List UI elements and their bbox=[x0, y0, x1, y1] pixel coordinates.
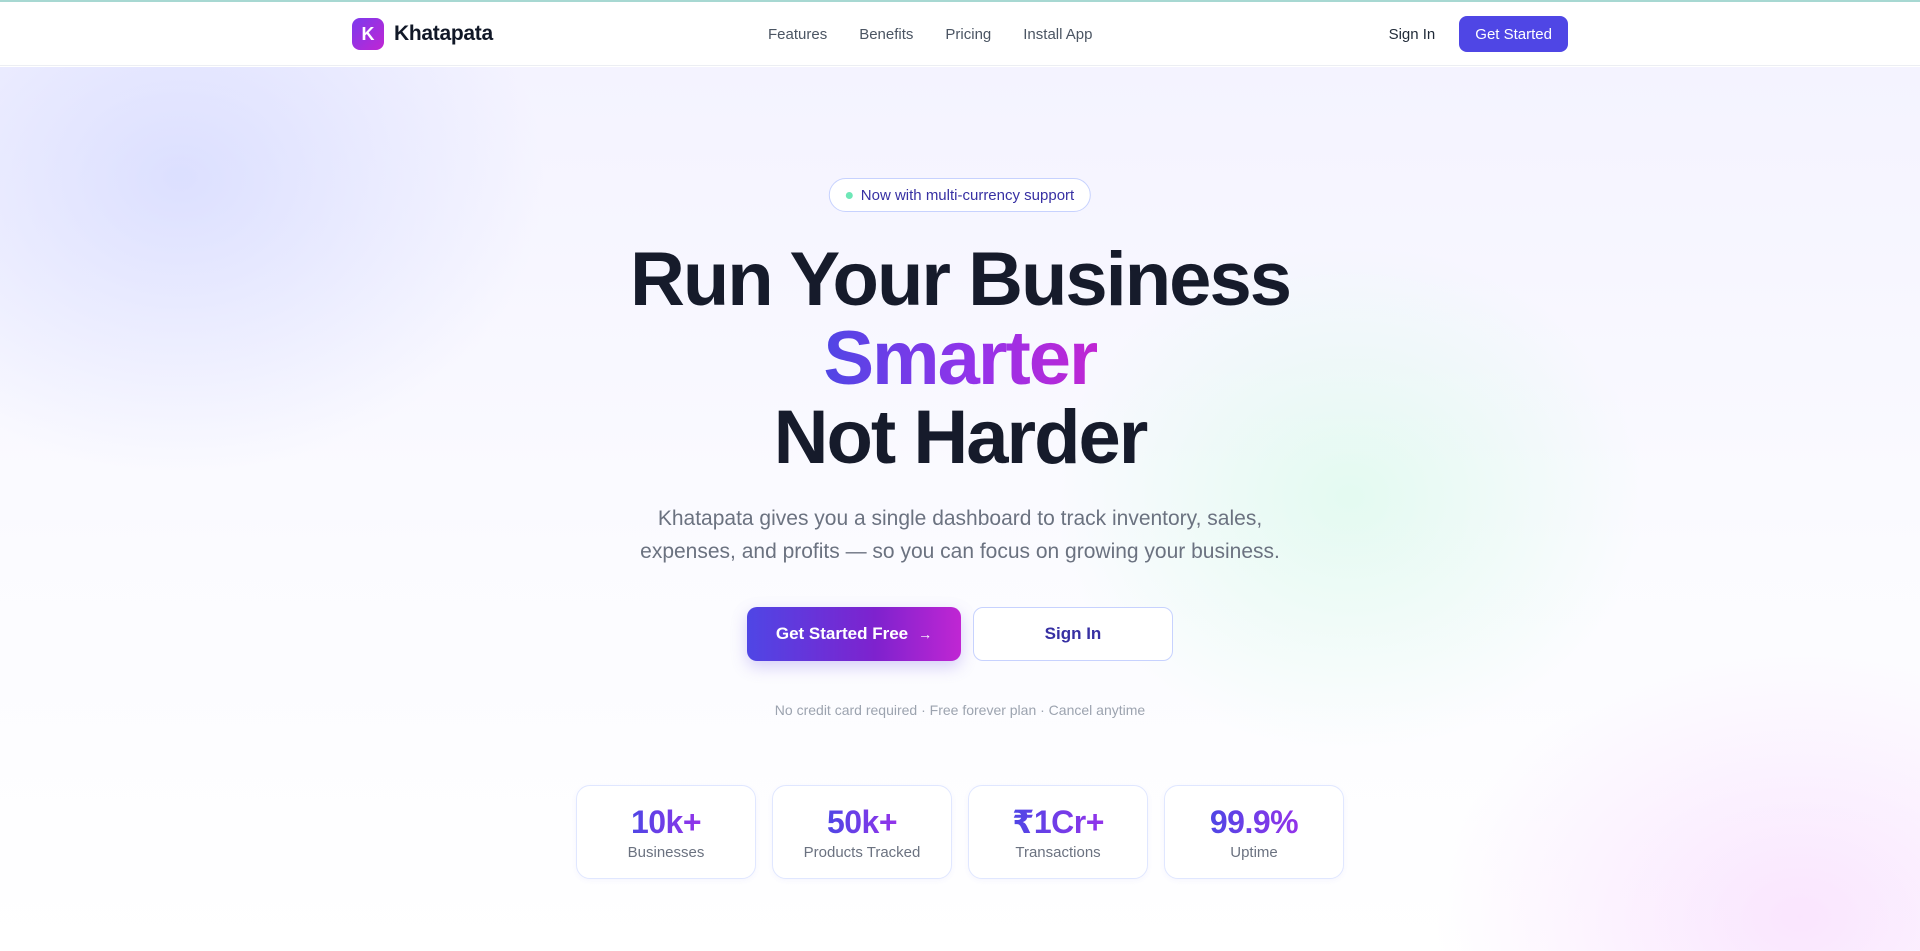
nav-sign-in-link[interactable]: Sign In bbox=[1389, 26, 1436, 43]
get-started-free-button[interactable]: Get Started Free → bbox=[747, 607, 961, 661]
stat-label: Businesses bbox=[627, 843, 705, 861]
brand-name: Khatapata bbox=[394, 22, 493, 45]
cta-row: Get Started Free → Sign In bbox=[747, 607, 1173, 661]
headline-line-3: Not Harder bbox=[773, 395, 1149, 480]
get-started-free-label: Get Started Free bbox=[775, 624, 909, 643]
stat-value: ₹1Cr+ bbox=[1012, 803, 1104, 840]
hero-subtitle: Khatapata gives you a single dashboard t… bbox=[640, 507, 1280, 563]
nav-link-benefits[interactable]: Benefits bbox=[859, 26, 913, 43]
headline-line-2-highlight: Smarter bbox=[823, 316, 1098, 401]
announcement-badge[interactable]: Now with multi-currency support bbox=[828, 178, 1092, 212]
hero-headline: Run Your Business Smarter Not Harder bbox=[0, 240, 1920, 477]
hero-sign-in-button[interactable]: Sign In bbox=[973, 607, 1173, 661]
nav-link-features[interactable]: Features bbox=[768, 26, 827, 43]
nav-link-install-app[interactable]: Install App bbox=[1023, 26, 1092, 43]
stat-value: 10k+ bbox=[630, 803, 702, 840]
nav-links: Features Benefits Pricing Install App bbox=[768, 26, 1092, 43]
stat-label: Products Tracked bbox=[803, 843, 921, 861]
badge-text: Now with multi-currency support bbox=[860, 186, 1075, 204]
stat-label: Transactions bbox=[1015, 843, 1101, 861]
fineprint: No credit card required · Free forever p… bbox=[774, 702, 1146, 718]
logo-icon: K bbox=[352, 18, 384, 50]
stat-card-uptime: 99.9% Uptime bbox=[1164, 785, 1344, 879]
stats-row: 10k+ Businesses 50k+ Products Tracked ₹1… bbox=[576, 785, 1344, 879]
stat-card-products-tracked: 50k+ Products Tracked bbox=[772, 785, 952, 879]
stat-value: 99.9% bbox=[1209, 803, 1299, 840]
status-dot-icon bbox=[845, 191, 853, 199]
stat-card-transactions: ₹1Cr+ Transactions bbox=[968, 785, 1148, 879]
nav-get-started-button[interactable]: Get Started bbox=[1459, 16, 1568, 52]
stat-label: Uptime bbox=[1230, 843, 1278, 861]
headline-line-1: Run Your Business bbox=[630, 237, 1292, 322]
stat-card-businesses: 10k+ Businesses bbox=[576, 785, 756, 879]
nav-actions: Sign In Get Started bbox=[1389, 16, 1568, 52]
navbar: K Khatapata Features Benefits Pricing In… bbox=[0, 2, 1920, 66]
stat-value: 50k+ bbox=[826, 803, 898, 840]
nav-link-pricing[interactable]: Pricing bbox=[945, 26, 991, 43]
arrow-right-icon: → bbox=[918, 626, 933, 642]
navbar-inner: K Khatapata Features Benefits Pricing In… bbox=[352, 2, 1568, 66]
brand[interactable]: K Khatapata bbox=[352, 18, 493, 50]
